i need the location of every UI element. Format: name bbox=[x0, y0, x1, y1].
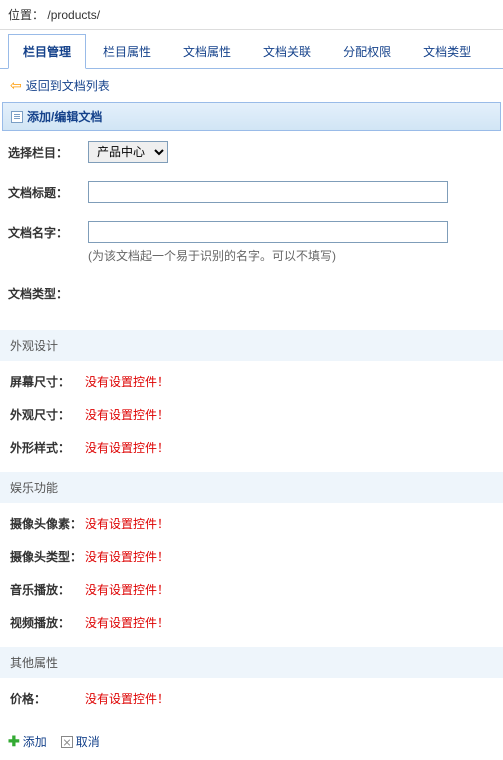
panel-header: 添加/编辑文档 bbox=[2, 102, 501, 131]
attr-value: 没有设置控件！ bbox=[85, 614, 169, 631]
attr-value: 没有设置控件！ bbox=[85, 581, 169, 598]
actions-bar: ✚ 添加 取消 bbox=[0, 723, 503, 760]
cancel-label: 取消 bbox=[76, 733, 100, 750]
select-column[interactable]: 产品中心 bbox=[88, 141, 168, 163]
panel-title: 添加/编辑文档 bbox=[27, 108, 102, 125]
label-doc-title: 文档标题： bbox=[8, 181, 88, 201]
plus-icon: ✚ bbox=[8, 733, 20, 750]
attr-label: 价格： bbox=[10, 690, 85, 707]
attr-video-play: 视频播放： 没有设置控件！ bbox=[0, 614, 503, 647]
label-doc-name: 文档名字： bbox=[8, 221, 88, 241]
tab-doc-props[interactable]: 文档属性 bbox=[168, 34, 246, 68]
attr-value: 没有设置控件！ bbox=[85, 690, 169, 707]
row-doc-title: 文档标题： bbox=[8, 181, 495, 203]
add-button[interactable]: ✚ 添加 bbox=[8, 733, 47, 750]
add-label: 添加 bbox=[23, 733, 47, 750]
tab-doc-relation[interactable]: 文档关联 bbox=[248, 34, 326, 68]
hint-doc-name: (为该文档起一个易于识别的名字。可以不填写) bbox=[88, 247, 448, 264]
input-doc-name[interactable] bbox=[88, 221, 448, 243]
attr-camera-pixel: 摄像头像素： 没有设置控件！ bbox=[0, 515, 503, 548]
attr-label: 视频播放： bbox=[10, 614, 85, 631]
attr-value: 没有设置控件！ bbox=[85, 548, 169, 565]
section-header-entertainment: 娱乐功能 bbox=[0, 472, 503, 503]
attr-label: 屏幕尺寸： bbox=[10, 373, 85, 390]
location-label: 位置： bbox=[8, 8, 44, 22]
attr-shape-style: 外形样式： 没有设置控件！ bbox=[0, 439, 503, 472]
attr-value: 没有设置控件！ bbox=[85, 515, 169, 532]
section-appearance: 外观设计 屏幕尺寸： 没有设置控件！ 外观尺寸： 没有设置控件！ 外形样式： 没… bbox=[0, 330, 503, 472]
attr-price: 价格： 没有设置控件！ bbox=[0, 690, 503, 723]
row-doc-name: 文档名字： (为该文档起一个易于识别的名字。可以不填写) bbox=[8, 221, 495, 264]
attr-label: 外观尺寸： bbox=[10, 406, 85, 423]
location-bar: 位置： /products/ bbox=[0, 0, 503, 30]
tabs-container: 栏目管理 栏目属性 文档属性 文档关联 分配权限 文档类型 bbox=[0, 34, 503, 69]
section-entertainment: 娱乐功能 摄像头像素： 没有设置控件！ 摄像头类型： 没有设置控件！ 音乐播放：… bbox=[0, 472, 503, 647]
tab-permissions[interactable]: 分配权限 bbox=[328, 34, 406, 68]
attr-label: 摄像头类型： bbox=[10, 548, 85, 565]
label-doc-type: 文档类型： bbox=[8, 282, 88, 302]
attr-exterior-size: 外观尺寸： 没有设置控件！ bbox=[0, 406, 503, 439]
section-header-appearance: 外观设计 bbox=[0, 330, 503, 361]
label-select-column: 选择栏目： bbox=[8, 141, 88, 161]
tab-doc-type[interactable]: 文档类型 bbox=[408, 34, 486, 68]
attr-value: 没有设置控件！ bbox=[85, 406, 169, 423]
row-doc-type: 文档类型： bbox=[8, 282, 495, 302]
section-other: 其他属性 价格： 没有设置控件！ bbox=[0, 647, 503, 723]
attr-value: 没有设置控件！ bbox=[85, 439, 169, 456]
back-to-list-link[interactable]: 返回到文档列表 bbox=[26, 77, 110, 94]
tab-column-props[interactable]: 栏目属性 bbox=[88, 34, 166, 68]
attr-camera-type: 摄像头类型： 没有设置控件！ bbox=[0, 548, 503, 581]
back-arrow-icon: ⇦ bbox=[10, 77, 22, 94]
input-doc-title[interactable] bbox=[88, 181, 448, 203]
location-path: /products/ bbox=[47, 8, 100, 22]
attr-label: 摄像头像素： bbox=[10, 515, 85, 532]
cancel-icon bbox=[61, 736, 73, 748]
cancel-button[interactable]: 取消 bbox=[61, 733, 100, 750]
row-select-column: 选择栏目： 产品中心 bbox=[8, 141, 495, 163]
back-link-row: ⇦ 返回到文档列表 bbox=[0, 69, 503, 102]
tab-column-manage[interactable]: 栏目管理 bbox=[8, 34, 86, 69]
section-header-other: 其他属性 bbox=[0, 647, 503, 678]
attr-label: 音乐播放： bbox=[10, 581, 85, 598]
form-area: 选择栏目： 产品中心 文档标题： 文档名字： (为该文档起一个易于识别的名字。可… bbox=[0, 131, 503, 330]
attr-screen-size: 屏幕尺寸： 没有设置控件！ bbox=[0, 373, 503, 406]
document-icon bbox=[11, 111, 23, 123]
attr-music-play: 音乐播放： 没有设置控件！ bbox=[0, 581, 503, 614]
attr-label: 外形样式： bbox=[10, 439, 85, 456]
attr-value: 没有设置控件！ bbox=[85, 373, 169, 390]
